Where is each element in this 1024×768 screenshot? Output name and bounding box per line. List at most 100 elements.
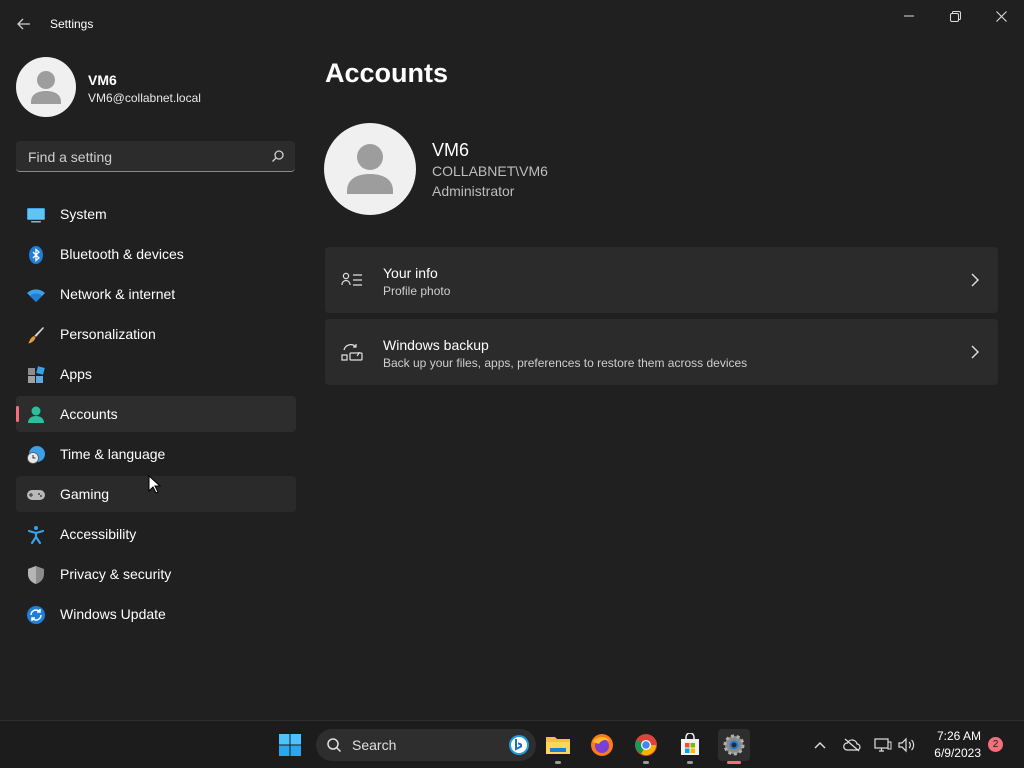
volume-tray[interactable]	[897, 735, 917, 755]
brush-icon	[28, 327, 44, 344]
settings-icon	[723, 734, 745, 756]
network-tray[interactable]	[873, 735, 893, 755]
globe-clock-icon	[27, 446, 45, 464]
taskbar-search-label: Search	[352, 737, 397, 753]
chrome-icon	[635, 734, 657, 756]
mouse-pointer-icon	[148, 475, 162, 494]
running-indicator	[643, 761, 649, 764]
close-icon	[995, 10, 1007, 22]
sidebar-item-windows-update[interactable]: Windows Update	[16, 596, 296, 632]
taskbar-file-explorer[interactable]	[542, 729, 574, 764]
card-subtitle: Back up your files, apps, preferences to…	[383, 356, 748, 370]
title-bar: Settings	[0, 0, 1024, 48]
chevron-right-icon	[971, 345, 979, 359]
sidebar-item-apps[interactable]: Apps	[16, 356, 296, 392]
volume-icon	[898, 737, 915, 753]
sidebar-item-label: Time & language	[60, 446, 166, 462]
firefox-icon	[591, 734, 613, 756]
account-name: VM6	[432, 140, 470, 160]
sidebar-item-system[interactable]: System	[16, 196, 296, 232]
user-silhouette-icon	[31, 71, 61, 104]
sidebar-item-accounts[interactable]: Accounts	[16, 396, 296, 432]
taskbar-chrome[interactable]	[630, 729, 662, 764]
card-title: Windows backup	[383, 337, 489, 353]
search-icon	[272, 150, 284, 162]
sidebar-item-label: Windows Update	[60, 606, 166, 622]
gamepad-icon	[27, 490, 45, 500]
profile-name: VM6	[88, 72, 117, 88]
store-icon	[681, 733, 699, 755]
your-info-card[interactable]: Your info Profile photo	[325, 247, 998, 313]
taskbar-firefox[interactable]	[586, 729, 618, 761]
minimize-button[interactable]	[886, 0, 932, 32]
notification-badge[interactable]: 2	[988, 737, 1003, 752]
sidebar-item-network[interactable]: Network & internet	[16, 276, 296, 312]
account-avatar[interactable]	[324, 123, 416, 215]
sidebar-item-label: Network & internet	[60, 286, 176, 302]
close-button[interactable]	[978, 0, 1024, 32]
find-setting-box[interactable]	[16, 141, 295, 173]
sidebar-nav: System Bluetooth & devices Network & int…	[16, 196, 296, 636]
account-domain-user: COLLABNET\VM6	[432, 163, 548, 179]
settings-window: Settings VM6 VM6@collabnet.local Find a …	[0, 0, 1024, 720]
user-silhouette-icon	[347, 144, 393, 194]
apps-icon	[28, 366, 45, 383]
bing-icon[interactable]	[508, 734, 530, 756]
person-info-icon	[341, 272, 362, 286]
clock-time[interactable]: 7:26 AM	[937, 729, 981, 743]
sidebar-item-time-language[interactable]: Time & language	[16, 436, 296, 472]
sidebar-item-label: Bluetooth & devices	[60, 246, 184, 262]
bluetooth-icon	[29, 246, 43, 264]
card-title: Your info	[383, 265, 438, 281]
card-subtitle: Profile photo	[383, 284, 451, 298]
taskbar: Search 7:26 AM 6/9/2023 2	[0, 720, 1024, 768]
taskbar-search[interactable]: Search	[316, 729, 536, 761]
back-button[interactable]	[8, 8, 40, 40]
update-icon	[27, 606, 45, 624]
profile-avatar[interactable]	[16, 57, 76, 117]
restore-icon	[949, 10, 961, 22]
chevron-up-icon	[814, 742, 826, 749]
show-hidden-icons-button[interactable]	[810, 735, 830, 755]
windows-start-icon[interactable]	[278, 733, 302, 757]
running-indicator	[555, 761, 561, 764]
search-icon	[327, 738, 342, 753]
sidebar-item-bluetooth[interactable]: Bluetooth & devices	[16, 236, 296, 272]
sidebar-item-accessibility[interactable]: Accessibility	[16, 516, 296, 552]
chevron-right-icon	[971, 273, 979, 287]
cloud-offline-icon	[843, 738, 861, 752]
maximize-button[interactable]	[932, 0, 978, 32]
minimize-icon	[904, 15, 914, 17]
wifi-icon	[27, 289, 45, 302]
running-indicator	[727, 761, 741, 764]
page-title: Accounts	[325, 58, 449, 88]
accessibility-icon	[27, 526, 45, 545]
account-role: Administrator	[432, 183, 515, 199]
accounts-icon	[28, 406, 44, 423]
selection-indicator	[16, 406, 19, 422]
profile-email: VM6@collabnet.local	[88, 91, 201, 105]
file-explorer-icon	[546, 737, 570, 754]
sidebar-item-label: Privacy & security	[60, 566, 172, 582]
running-indicator	[687, 761, 693, 764]
clock-date[interactable]: 6/9/2023	[934, 746, 981, 760]
onedrive-tray[interactable]	[842, 735, 862, 755]
find-setting-input[interactable]	[26, 141, 270, 173]
sidebar-item-privacy[interactable]: Privacy & security	[16, 556, 296, 592]
sidebar-item-label: Accounts	[60, 406, 118, 422]
ethernet-monitor-icon	[874, 738, 892, 752]
windows-backup-card[interactable]: Windows backup Back up your files, apps,…	[325, 319, 998, 385]
window-title: Settings	[50, 17, 94, 31]
sidebar-item-label: Apps	[60, 366, 92, 382]
sidebar-item-label: System	[60, 206, 107, 222]
sidebar-item-personalization[interactable]: Personalization	[16, 316, 296, 352]
taskbar-settings[interactable]	[718, 729, 750, 764]
backup-sync-icon	[341, 344, 363, 361]
system-icon	[27, 208, 45, 223]
sidebar-item-label: Gaming	[60, 486, 110, 502]
sidebar-item-label: Accessibility	[60, 526, 137, 542]
taskbar-store[interactable]	[674, 729, 706, 764]
shield-icon	[28, 566, 44, 584]
back-arrow-icon	[17, 18, 30, 30]
sidebar-item-label: Personalization	[60, 326, 156, 342]
